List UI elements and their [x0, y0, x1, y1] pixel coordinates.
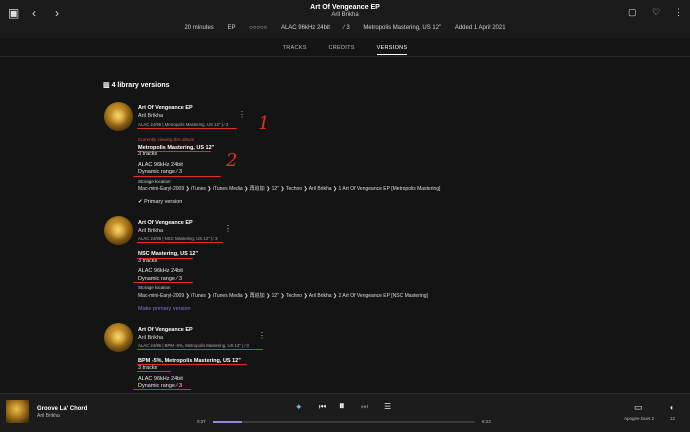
version-title[interactable]: Art Of Vengeance EP: [138, 105, 193, 111]
tab-divider: [0, 56, 690, 57]
version-cover[interactable]: [104, 323, 133, 352]
next-icon[interactable]: ⏭: [361, 402, 368, 412]
primary-version-label: ✔ Primary version: [138, 199, 183, 205]
dynamic-range-label: Dynamic range ⁄ 3: [138, 169, 183, 175]
storage-label: Storage location: [138, 285, 171, 290]
track-count: 3 tracks: [138, 151, 158, 157]
viewing-label: Currently viewing this album: [138, 137, 195, 142]
version-artist[interactable]: Aril Brikha: [138, 228, 163, 234]
annotation-underline: [133, 176, 221, 178]
output-device-icon[interactable]: ▭: [634, 402, 643, 413]
edition: Metropolis Mastering, US 12": [363, 25, 442, 31]
library-icon: ▥: [103, 82, 110, 89]
more-icon[interactable]: ⋮: [674, 7, 683, 18]
now-playing-cover[interactable]: [6, 400, 29, 423]
rating-stars[interactable]: ○○○○○: [249, 25, 267, 31]
album-meta: 20 minutes EP ○○○○○ ALAC 96kHz 24bit ⁄ 3…: [0, 25, 690, 31]
more-icon[interactable]: ⋮: [258, 331, 266, 340]
tab-bar: TRACKS CREDITS VERSIONS: [0, 45, 690, 55]
section-title: ▥ 4 library versions: [103, 82, 170, 89]
more-icon[interactable]: ⋮: [224, 224, 232, 233]
version-cover[interactable]: [104, 216, 133, 245]
version-cover[interactable]: [104, 102, 133, 131]
elapsed-time: 0:37: [197, 419, 206, 424]
heart-icon[interactable]: ♡: [652, 7, 660, 18]
release-type: EP: [227, 25, 236, 31]
version-subtitle: ALAC 24/96 | Metropolis Mastering, US 12…: [138, 122, 229, 127]
audio-format: ALAC 96kHz 24bit: [280, 25, 330, 31]
annotation-underline: [137, 242, 223, 244]
bookmark-icon[interactable]: ▢: [628, 7, 637, 18]
format-label: ALAC 96kHz 24bit: [138, 268, 183, 274]
version-title[interactable]: Art Of Vengeance EP: [138, 327, 193, 333]
storage-path[interactable]: Mac-mini-Earyl-2009 ❯ iTunes ❯ iTunes Me…: [138, 185, 440, 192]
version-artist[interactable]: Aril Brikha: [138, 113, 163, 119]
volume-level[interactable]: 12: [670, 416, 675, 421]
tab-tracks[interactable]: TRACKS: [283, 45, 307, 54]
annotation-underline: [137, 349, 263, 351]
annotation-underline: [133, 282, 193, 284]
progress-fill: [213, 421, 242, 423]
version-subtitle: ALAC 24/96 | BPM -5%, Metropolis Masteri…: [138, 343, 249, 348]
more-icon[interactable]: ⋮: [238, 110, 246, 119]
duration: 20 minutes: [184, 25, 214, 31]
now-playing-artist[interactable]: Aril Brikha: [37, 413, 60, 419]
radio-icon[interactable]: ✦: [295, 402, 303, 413]
storage-label: Storage location: [138, 179, 171, 184]
volume-icon[interactable]: ◖: [669, 403, 674, 412]
dynamic-range: ⁄ 3: [343, 25, 350, 31]
pause-icon[interactable]: ⏸: [339, 400, 345, 413]
annotation-number: 2: [226, 150, 238, 171]
make-primary-button[interactable]: Make primary version: [138, 306, 191, 312]
progress-bar[interactable]: [213, 421, 475, 423]
version-subtitle: ALAC 24/96 | NSC Mastering, US 12" | ⁄ 3: [138, 236, 218, 241]
album-artist[interactable]: Aril Brikha: [0, 12, 690, 18]
annotation-underline: [137, 371, 171, 373]
total-time: 8:23: [482, 419, 491, 424]
date-added: Added 1 April 2021: [454, 25, 506, 31]
output-device-name[interactable]: Apogee Duet 2: [624, 416, 654, 421]
format-label: ALAC 96kHz 24bit: [138, 162, 183, 168]
edition-name: NSC Mastering, US 12": [138, 251, 199, 257]
version-artist[interactable]: Aril Brikha: [138, 335, 163, 341]
now-playing-title[interactable]: Groove La' Chord: [37, 406, 87, 412]
format-label: ALAC 96kHz 24bit: [138, 376, 183, 382]
annotation-number: 1: [258, 113, 270, 134]
album-title: Art Of Vengeance EP: [310, 4, 380, 11]
tab-credits[interactable]: CREDITS: [329, 45, 355, 54]
annotation-underline: [137, 128, 237, 130]
queue-icon[interactable]: ☰: [384, 402, 391, 411]
version-title[interactable]: Art Of Vengeance EP: [138, 220, 193, 226]
tab-versions[interactable]: VERSIONS: [376, 45, 408, 55]
previous-icon[interactable]: ⏮: [319, 402, 326, 412]
annotation-underline: [133, 389, 191, 391]
storage-path[interactable]: Mac-mini-Earyl-2009 ❯ iTunes ❯ iTunes Me…: [138, 292, 428, 299]
player-bar: [0, 393, 690, 432]
